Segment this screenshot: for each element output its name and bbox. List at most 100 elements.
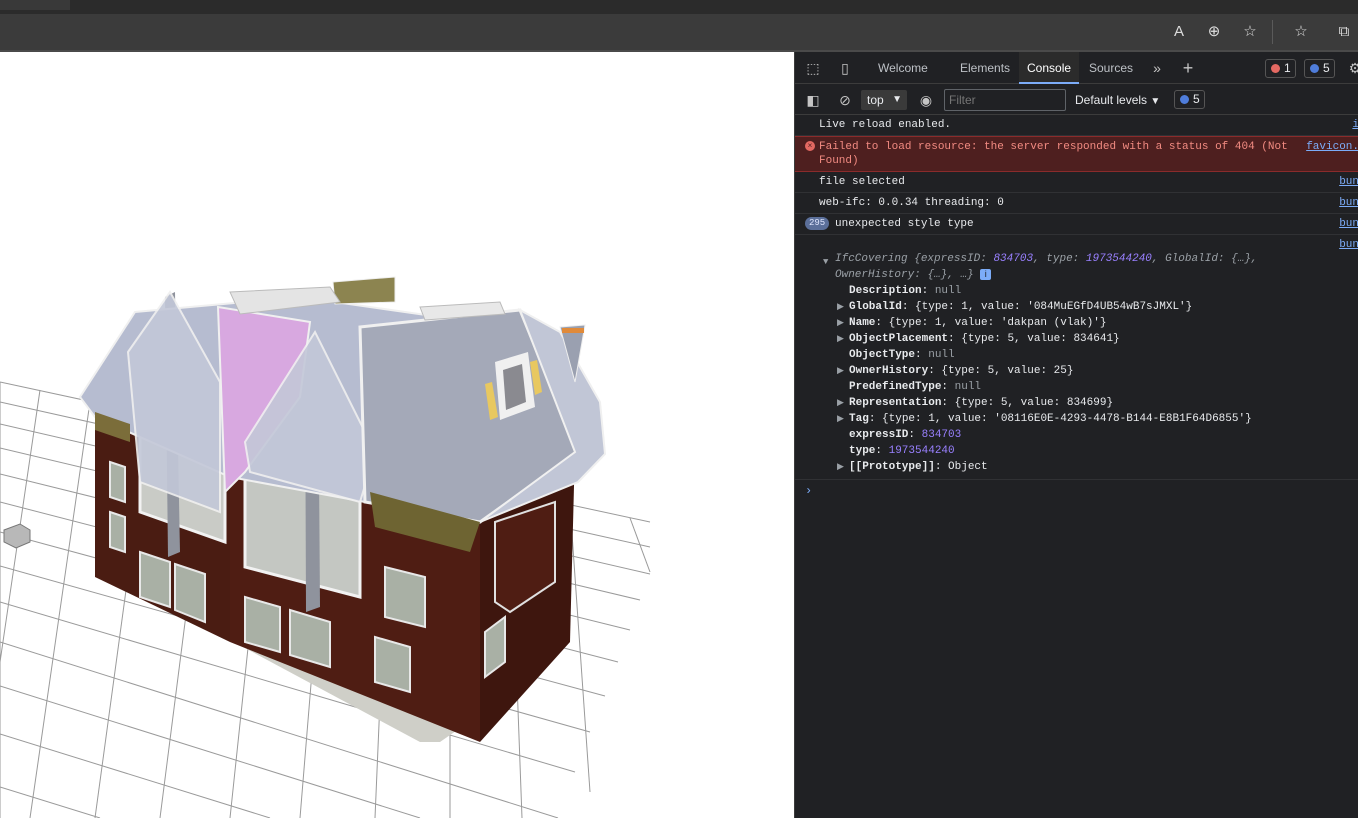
object-property-row: type: 1973544240 bbox=[849, 445, 955, 457]
error-count-badge[interactable]: 1 bbox=[1265, 59, 1296, 78]
console-output[interactable]: Live reload enabled. i × Failed to load … bbox=[795, 115, 1358, 818]
settings-gear-icon[interactable]: ⚙ bbox=[1345, 58, 1358, 78]
object-property-row: ObjectType: null bbox=[849, 349, 955, 361]
object-property-row[interactable]: ▶ [[Prototype]]: Object bbox=[835, 459, 1349, 475]
property-value: null bbox=[934, 285, 962, 297]
property-key: GlobalId bbox=[849, 301, 902, 313]
tab-console[interactable]: Console bbox=[1019, 52, 1080, 84]
tab-welcome[interactable]: Welcome bbox=[870, 52, 936, 84]
console-message: 295 unexpected style type bun bbox=[795, 214, 1358, 235]
origin-marker bbox=[3, 523, 31, 549]
object-property-row[interactable]: ▶ Tag: {type: 1, value: '08116E0E-4293-44… bbox=[835, 411, 1349, 427]
object-property-row[interactable]: ▶ Representation: {type: 5, value: 834699… bbox=[835, 395, 1349, 411]
property-key: Description bbox=[849, 285, 922, 297]
message-count-badge[interactable]: 5 bbox=[1304, 59, 1335, 78]
ifc-3d-viewer[interactable] bbox=[0, 52, 794, 818]
property-key: type bbox=[849, 445, 876, 457]
property-value: 834703 bbox=[921, 429, 962, 441]
device-emulation-icon[interactable]: ▯ bbox=[835, 58, 855, 78]
browser-tab-strip bbox=[0, 0, 1358, 14]
source-link[interactable]: bun bbox=[1339, 239, 1358, 251]
tab-sources[interactable]: Sources bbox=[1081, 52, 1141, 84]
chevron-down-icon: ▼ bbox=[1150, 96, 1161, 107]
browser-toolbar: A ⊕ ☆ ☆ ⧉ bbox=[0, 14, 1358, 50]
expand-triangle-icon[interactable]: ▶ bbox=[837, 331, 844, 347]
add-favorite-icon[interactable]: ☆ bbox=[1240, 23, 1260, 41]
more-tabs-icon[interactable]: » bbox=[1147, 58, 1167, 78]
collections-icon[interactable]: ⧉ bbox=[1334, 23, 1354, 41]
tab-elements[interactable]: Elements bbox=[952, 52, 1018, 84]
read-aloud-icon[interactable]: A bbox=[1169, 23, 1189, 41]
object-summary[interactable]: IfcCovering {expressID: 834703, type: 19… bbox=[835, 251, 1349, 283]
devtools-panel: ⬚ ▯ Welcome Elements Console Sources » +… bbox=[794, 52, 1358, 818]
object-property-row[interactable]: ▶ OwnerHistory: {type: 5, value: 25} bbox=[835, 363, 1349, 379]
property-key: OwnerHistory bbox=[849, 365, 929, 377]
expand-triangle-icon[interactable]: ▶ bbox=[837, 315, 844, 331]
console-message: Live reload enabled. i bbox=[795, 115, 1358, 136]
object-property-row: Description: null bbox=[849, 285, 962, 297]
source-link[interactable]: i bbox=[1352, 118, 1358, 132]
property-value: 1973544240 bbox=[888, 445, 955, 457]
add-tab-icon[interactable]: + bbox=[1178, 58, 1198, 78]
toolbar-separator bbox=[1272, 20, 1273, 44]
console-object-entry[interactable]: bun ▼ IfcCovering {expressID: 834703, ty… bbox=[795, 235, 1358, 480]
roof-element-top bbox=[332, 276, 396, 305]
repeat-count-badge: 295 bbox=[805, 217, 830, 230]
property-value: null bbox=[954, 381, 982, 393]
expand-triangle-icon[interactable]: ▶ bbox=[837, 299, 844, 315]
property-value: {type: 1, value: 'dakpan (vlak)'} bbox=[888, 317, 1107, 329]
expand-triangle-icon[interactable]: ▶ bbox=[837, 395, 844, 411]
property-key: ObjectType bbox=[849, 349, 916, 361]
info-icon[interactable]: i bbox=[980, 268, 992, 280]
error-icon bbox=[1271, 64, 1280, 73]
message-icon bbox=[1180, 95, 1189, 104]
context-selector[interactable]: top ▼ bbox=[861, 90, 907, 110]
3d-scene[interactable] bbox=[0, 52, 794, 818]
property-key: expressID bbox=[849, 429, 909, 441]
source-link[interactable]: favicon. bbox=[1306, 140, 1358, 154]
property-value: {type: 1, value: '084MuEGfD4UB54wB7sJMXL… bbox=[915, 301, 1193, 313]
expand-triangle-icon[interactable]: ▼ bbox=[823, 254, 828, 270]
object-property-row: expressID: 834703 bbox=[849, 429, 962, 441]
log-levels-dropdown[interactable]: Default levels ▼ bbox=[1075, 90, 1160, 110]
property-value: Object bbox=[948, 461, 988, 473]
source-link[interactable]: bun bbox=[1339, 196, 1358, 210]
source-link[interactable]: bun bbox=[1339, 175, 1358, 189]
property-value: {type: 5, value: 834641} bbox=[961, 333, 1120, 345]
object-property-row[interactable]: ▶ ObjectPlacement: {type: 5, value: 83464… bbox=[835, 331, 1349, 347]
property-key: Representation bbox=[849, 397, 942, 409]
property-value: {type: 5, value: 25} bbox=[941, 365, 1074, 377]
property-value: {type: 5, value: 834699} bbox=[954, 397, 1114, 409]
devtools-tab-bar: ⬚ ▯ Welcome Elements Console Sources » +… bbox=[795, 52, 1358, 84]
property-key: Tag bbox=[849, 413, 869, 425]
object-property-row[interactable]: ▶ Name: {type: 1, value: 'dakpan (vlak)'} bbox=[835, 315, 1349, 331]
message-icon bbox=[1310, 64, 1319, 73]
console-error-message: × Failed to load resource: the server re… bbox=[795, 136, 1358, 172]
inspect-element-icon[interactable]: ⬚ bbox=[803, 58, 823, 78]
issues-count-badge[interactable]: 5 bbox=[1174, 90, 1205, 109]
expand-triangle-icon[interactable]: ▶ bbox=[837, 411, 844, 427]
property-key: Name bbox=[849, 317, 876, 329]
property-key: ObjectPlacement bbox=[849, 333, 949, 345]
error-icon: × bbox=[805, 141, 815, 151]
console-message: file selected bun bbox=[795, 172, 1358, 193]
expand-triangle-icon[interactable]: ▶ bbox=[837, 459, 844, 475]
zoom-icon[interactable]: ⊕ bbox=[1204, 23, 1224, 41]
live-expression-eye-icon[interactable]: ◉ bbox=[916, 90, 936, 110]
console-toolbar: ◧ ⊘ top▼ ◉ Default levels ▼ 5 bbox=[795, 85, 1358, 115]
clear-console-icon[interactable]: ⊘ bbox=[835, 90, 855, 110]
dormer-window bbox=[503, 364, 526, 410]
object-property-row: PredefinedType: null bbox=[849, 381, 982, 393]
browser-tab[interactable] bbox=[0, 0, 70, 10]
object-property-row[interactable]: ▶ GlobalId: {type: 1, value: '084MuEGfD4U… bbox=[835, 299, 1349, 315]
sidebar-toggle-icon[interactable]: ◧ bbox=[803, 90, 823, 110]
property-value: {type: 1, value: '08116E0E-4293-4478-B14… bbox=[882, 413, 1252, 425]
favorites-icon[interactable]: ☆ bbox=[1291, 23, 1311, 41]
object-properties: Description: null ▶ GlobalId: {type: 1, va… bbox=[835, 283, 1349, 475]
expand-triangle-icon[interactable]: ▶ bbox=[837, 363, 844, 379]
chimney-accent bbox=[562, 328, 584, 333]
console-prompt[interactable]: › bbox=[795, 480, 1358, 502]
console-filter-input[interactable] bbox=[944, 89, 1066, 111]
source-link[interactable]: bun bbox=[1339, 217, 1358, 231]
chevron-down-icon: ▼ bbox=[892, 94, 902, 105]
